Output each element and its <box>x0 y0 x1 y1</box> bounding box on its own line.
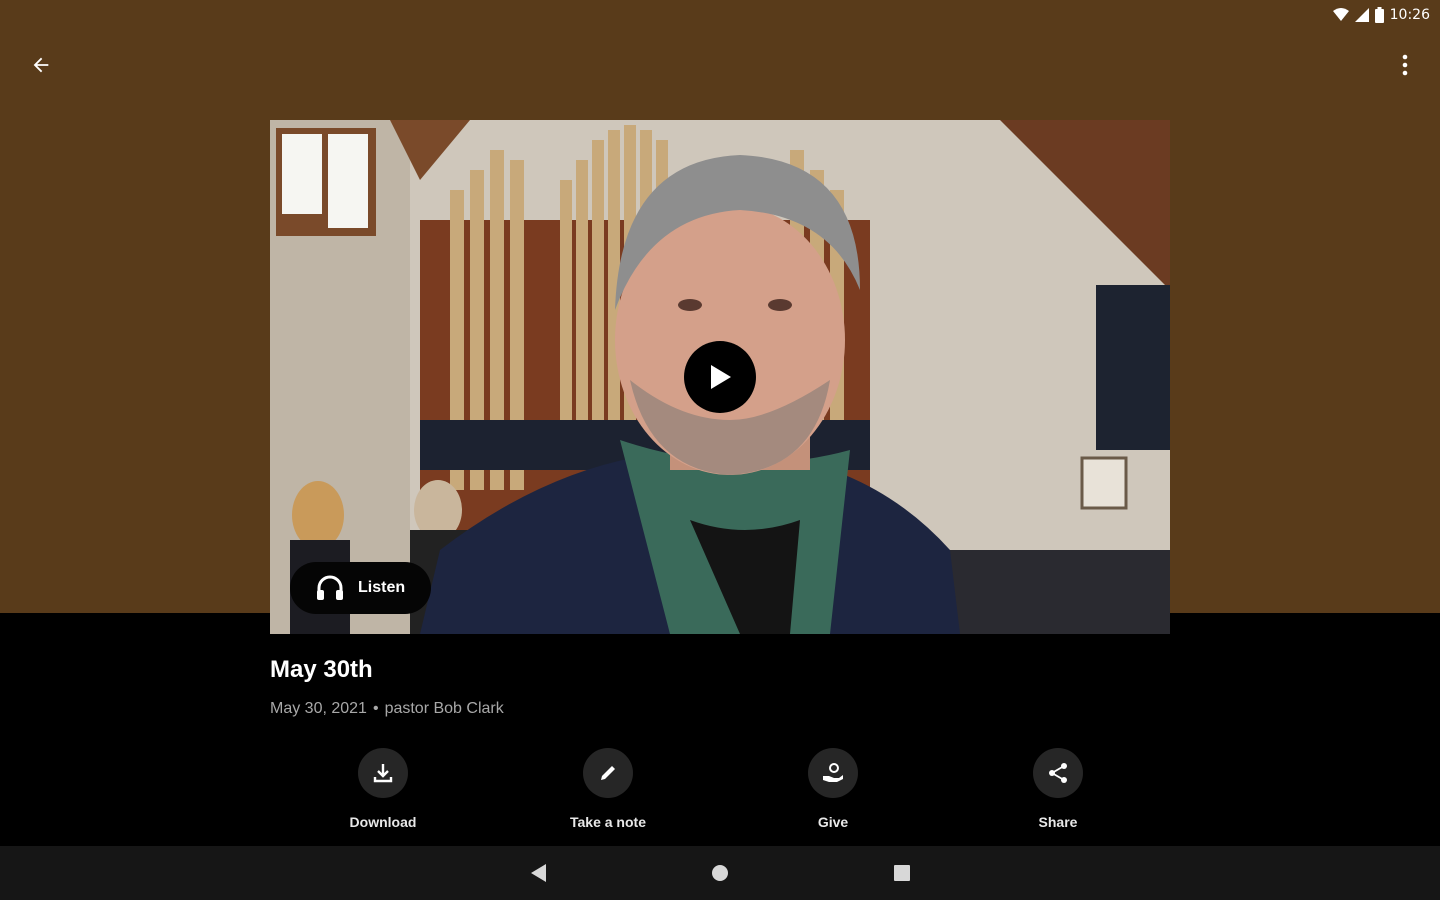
take-note-button[interactable]: Take a note <box>548 748 668 830</box>
meta-separator: • <box>372 700 379 717</box>
more-options-button[interactable] <box>1386 46 1424 84</box>
sermon-title: May 30th <box>270 656 373 683</box>
take-note-circle[interactable] <box>583 748 633 798</box>
battery-icon <box>1374 7 1384 23</box>
share-circle[interactable] <box>1033 748 1083 798</box>
play-icon <box>711 365 731 389</box>
play-button[interactable] <box>684 341 756 413</box>
share-label: Share <box>1038 814 1078 830</box>
download-button[interactable]: Download <box>323 748 443 830</box>
download-label: Download <box>349 814 417 830</box>
pencil-icon <box>601 766 615 780</box>
system-nav-bar <box>0 846 1440 900</box>
sermon-video-thumbnail[interactable] <box>270 120 1170 634</box>
give-hand-icon <box>823 763 843 782</box>
give-circle[interactable] <box>808 748 858 798</box>
status-time: 10:26 <box>1389 7 1430 23</box>
status-bar: 10:26 <box>0 0 1440 30</box>
action-row: Download Take a note Give Share <box>270 748 1170 838</box>
wifi-icon <box>1332 8 1349 21</box>
square-recents-icon <box>894 865 910 881</box>
back-button[interactable] <box>22 46 60 84</box>
sermon-date: May 30, 2021 <box>270 700 367 717</box>
download-circle[interactable] <box>358 748 408 798</box>
sermon-speaker: pastor Bob Clark <box>384 700 504 717</box>
sermon-meta: May 30, 2021 • pastor Bob Clark <box>270 700 504 718</box>
headphones-icon <box>317 575 343 600</box>
circle-home-icon <box>712 865 728 881</box>
download-icon <box>373 764 393 783</box>
listen-button[interactable]: Listen <box>290 562 432 614</box>
take-note-label: Take a note <box>570 814 646 830</box>
more-vert-icon <box>1402 54 1408 76</box>
triangle-back-icon <box>531 864 546 882</box>
give-label: Give <box>817 814 849 830</box>
share-icon <box>1049 763 1067 783</box>
listen-label: Listen <box>358 579 406 596</box>
arrow-back-icon <box>33 57 49 73</box>
cell-signal-icon <box>1354 8 1369 22</box>
status-icons: 10:26 <box>1332 5 1430 25</box>
nav-back-button[interactable] <box>525 860 551 886</box>
share-button[interactable]: Share <box>998 748 1118 830</box>
nav-recents-button[interactable] <box>889 860 915 886</box>
nav-home-button[interactable] <box>707 860 733 886</box>
give-button[interactable]: Give <box>773 748 893 830</box>
